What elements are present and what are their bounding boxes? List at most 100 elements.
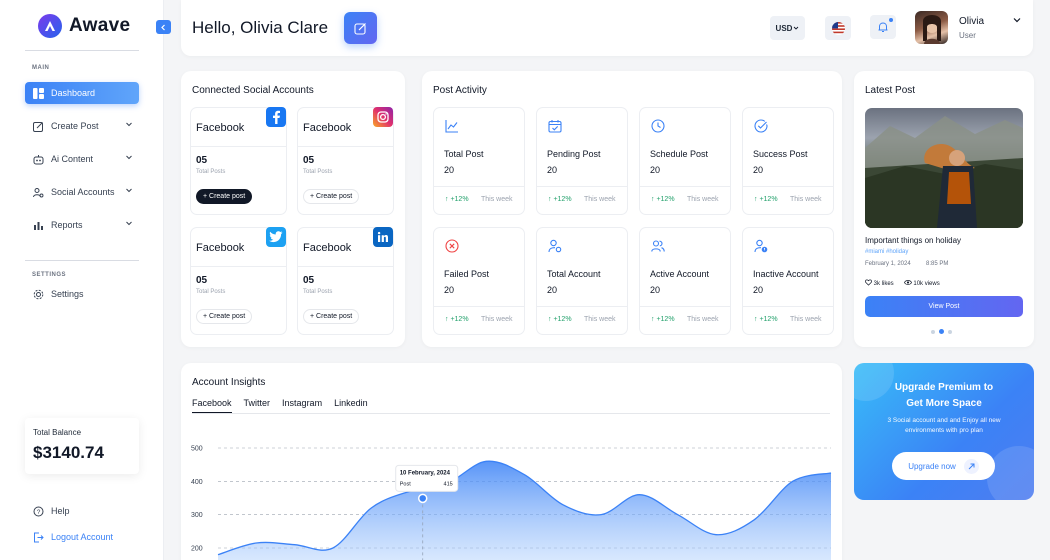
carousel-dot[interactable] bbox=[948, 329, 952, 334]
upgrade-text: 3 Social account and and Enjoy all new e… bbox=[887, 417, 1001, 434]
tooltip-date: 10 February, 2024 bbox=[400, 470, 451, 476]
stat-tile[interactable]: Success Post 20 ↑ +12% This week bbox=[742, 107, 834, 215]
stat-tile[interactable]: Schedule Post 20 ↑ +12% This week bbox=[639, 107, 731, 215]
create-post-button[interactable]: + Create post bbox=[196, 189, 253, 204]
brand-logo[interactable]: Awave bbox=[38, 14, 130, 38]
create-post-button[interactable]: + Create post bbox=[303, 189, 360, 204]
sidebar-item-ai-content[interactable]: Ai Content bbox=[25, 148, 139, 170]
stat-tile[interactable]: Total Post 20 ↑ +12% This week bbox=[433, 107, 525, 215]
sidebar-item-dashboard[interactable]: Dashboard bbox=[25, 82, 139, 104]
sidebar-item-create-post[interactable]: Create Post bbox=[25, 115, 139, 137]
tab-linkedin[interactable]: Linkedin bbox=[334, 398, 368, 414]
account-name: Facebook bbox=[196, 122, 245, 134]
stat-value: 20 bbox=[753, 285, 764, 295]
social-account-tile[interactable]: Facebook 05 Total Posts + Create post bbox=[190, 227, 287, 335]
language-button[interactable] bbox=[825, 16, 851, 40]
divider bbox=[191, 146, 286, 147]
currency-select[interactable]: USD bbox=[770, 16, 805, 40]
stat-tile[interactable]: Inactive Account 20 ↑ +12% This week bbox=[742, 227, 834, 335]
edit-profile-button[interactable] bbox=[344, 12, 377, 44]
stat-tile[interactable]: Failed Post 20 ↑ +12% This week bbox=[433, 227, 525, 335]
collapse-sidebar-button[interactable] bbox=[156, 20, 171, 34]
chart-highlight-point[interactable] bbox=[417, 493, 428, 504]
stat-period: This week bbox=[790, 196, 822, 203]
carousel-dot[interactable] bbox=[931, 329, 935, 334]
user-role: User bbox=[959, 31, 976, 40]
help-link[interactable]: ? Help bbox=[25, 500, 139, 522]
post-activity-card: Post Activity Total Post 20 ↑ +12% This … bbox=[422, 71, 842, 347]
users-icon bbox=[651, 240, 665, 252]
post-tags[interactable]: #miami #holiday bbox=[865, 249, 908, 255]
sidebar-item-label: Dashboard bbox=[51, 88, 96, 98]
stat-title: Failed Post bbox=[444, 269, 490, 279]
eye-icon bbox=[903, 280, 912, 285]
chart-tooltip: 10 February, 2024 Post 415 bbox=[395, 464, 459, 492]
svg-text:?: ? bbox=[36, 508, 40, 515]
bell-icon bbox=[878, 22, 888, 32]
user-alert-icon bbox=[754, 239, 768, 253]
account-insights-card: Account Insights Facebook Twitter Instag… bbox=[181, 363, 842, 560]
chevron-down-icon bbox=[126, 221, 132, 226]
insights-chart[interactable]: 200 300 400 500 10 February, 2024 Post 415 bbox=[181, 423, 842, 560]
view-post-button[interactable]: View Post bbox=[865, 296, 1023, 317]
stat-title: Schedule Post bbox=[650, 149, 709, 159]
notifications-button[interactable] bbox=[870, 15, 896, 39]
y-tick-label: 300 bbox=[191, 512, 203, 519]
chevron-down-icon[interactable] bbox=[1012, 15, 1022, 25]
social-account-tile[interactable]: Facebook 05 Total Posts + Create post bbox=[297, 107, 394, 215]
stat-tile[interactable]: Total Account 20 ↑ +12% This week bbox=[536, 227, 628, 335]
likes-stat: 3k likes bbox=[865, 279, 894, 287]
chevron-down-icon bbox=[794, 26, 799, 30]
stat-period: This week bbox=[790, 316, 822, 323]
sidebar-item-label: Ai Content bbox=[51, 154, 94, 164]
stat-change: ↑ +12% bbox=[548, 316, 572, 323]
logout-link[interactable]: Logout Account bbox=[25, 526, 139, 548]
stat-value: 20 bbox=[444, 165, 455, 175]
post-image[interactable] bbox=[865, 108, 1023, 228]
sidebar-item-reports[interactable]: Reports bbox=[25, 214, 139, 236]
card-title: Latest Post bbox=[865, 85, 916, 96]
divider bbox=[743, 186, 833, 187]
post-count: 05 bbox=[303, 155, 315, 166]
post-title: Important things on holiday bbox=[865, 236, 962, 245]
stat-tile[interactable]: Active Account 20 ↑ +12% This week bbox=[639, 227, 731, 335]
likes-count: 3k likes bbox=[873, 281, 894, 287]
stat-value: 20 bbox=[547, 285, 558, 295]
chevron-down-icon bbox=[126, 122, 132, 127]
social-account-tile[interactable]: Facebook 05 Total Posts + Create post bbox=[190, 107, 287, 215]
carousel-dot-active[interactable] bbox=[939, 329, 944, 334]
users-icon bbox=[32, 186, 44, 198]
latest-post-card: Latest Post Important things on holiday … bbox=[854, 71, 1034, 347]
logout-icon bbox=[32, 531, 44, 543]
page-title: Hello, Olivia Clare bbox=[192, 18, 329, 37]
tab-twitter[interactable]: Twitter bbox=[244, 398, 271, 414]
create-post-button[interactable]: + Create post bbox=[303, 309, 360, 324]
social-account-tile[interactable]: Facebook 05 Total Posts + Create post bbox=[297, 227, 394, 335]
twitter-icon bbox=[266, 227, 286, 247]
avatar[interactable] bbox=[915, 11, 948, 44]
y-tick-label: 200 bbox=[191, 546, 203, 553]
stat-change: ↑ +12% bbox=[445, 196, 469, 203]
post-count-label: Total Posts bbox=[303, 169, 333, 175]
user-name: Olivia bbox=[959, 16, 985, 27]
divider bbox=[743, 306, 833, 307]
divider bbox=[640, 306, 730, 307]
currency-value: USD bbox=[775, 23, 793, 33]
account-name: Facebook bbox=[303, 242, 352, 254]
section-main: MAIN bbox=[32, 65, 50, 71]
x-circle-icon bbox=[445, 239, 459, 253]
tab-instagram[interactable]: Instagram bbox=[282, 398, 322, 414]
sidebar-item-social-accounts[interactable]: Social Accounts bbox=[25, 181, 139, 203]
stat-value: 20 bbox=[650, 285, 661, 295]
stat-tile[interactable]: Pending Post 20 ↑ +12% This week bbox=[536, 107, 628, 215]
stat-period: This week bbox=[687, 316, 719, 323]
stat-title: Success Post bbox=[753, 149, 808, 159]
stat-value: 20 bbox=[547, 165, 558, 175]
upgrade-card: Upgrade Premium to Get More Space 3 Soci… bbox=[854, 363, 1034, 500]
upgrade-now-button[interactable]: Upgrade now bbox=[892, 452, 995, 480]
tab-facebook[interactable]: Facebook bbox=[192, 398, 232, 414]
create-post-button[interactable]: + Create post bbox=[196, 309, 253, 324]
dashboard-icon bbox=[32, 87, 44, 99]
post-stats: 3k likes 10k views bbox=[865, 279, 940, 287]
sidebar-item-settings[interactable]: Settings bbox=[25, 283, 139, 305]
